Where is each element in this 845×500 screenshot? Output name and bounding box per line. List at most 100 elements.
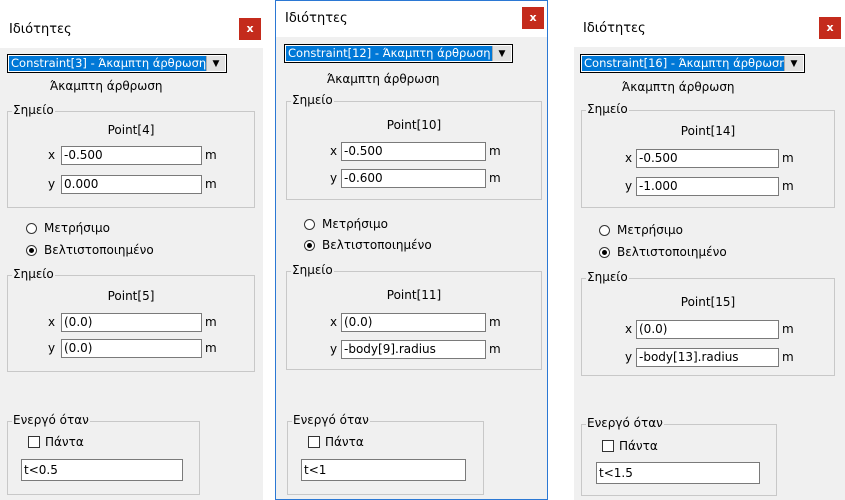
- y-unit: m: [205, 177, 217, 191]
- x-input[interactable]: (0.0): [341, 313, 486, 332]
- x-unit: m: [205, 315, 217, 329]
- x-unit: m: [782, 151, 794, 165]
- x-label: x: [330, 315, 338, 329]
- group-title: Ενεργό όταν: [12, 413, 90, 427]
- radio-optimized-label[interactable]: Βελτιστοποιημένο: [617, 245, 727, 259]
- x-label: x: [48, 315, 56, 329]
- always-checkbox[interactable]: [308, 436, 320, 448]
- properties-dialog-2: Ιδιότητες x Constraint[12] - Άκαμπτη άρθ…: [275, 0, 548, 500]
- chevron-down-icon[interactable]: ▼: [784, 56, 803, 71]
- y-unit: m: [782, 350, 794, 364]
- point-name: Point[5]: [107, 289, 155, 303]
- point-name: Point[15]: [680, 295, 736, 309]
- x-unit: m: [489, 144, 501, 158]
- constraint-select[interactable]: Constraint[12] - Άκαμπτη άρθρωση ▼: [284, 44, 513, 63]
- joint-type-label: Άκαμπτη άρθρωση: [622, 80, 735, 94]
- radio-optimized-label[interactable]: Βελτιστοποιημένο: [322, 238, 432, 252]
- radio-optimized[interactable]: [304, 240, 315, 251]
- y-label: y: [625, 179, 633, 193]
- y-input[interactable]: (0.0): [61, 339, 202, 358]
- dialog-body: Constraint[12] - Άκαμπτη άρθρωση ▼ Άκαμπ…: [276, 37, 547, 499]
- condition-input[interactable]: t<1: [301, 459, 466, 481]
- y-label: y: [48, 177, 56, 191]
- radio-measurable-label[interactable]: Μετρήσιμο: [617, 223, 683, 237]
- properties-dialog-3: Ιδιότητες x Constraint[16] - Άκαμπτη άρθ…: [574, 11, 845, 500]
- constraint-select[interactable]: Constraint[3] - Άκαμπτη άρθρωση ▼: [7, 54, 227, 73]
- title-bar[interactable]: Ιδιότητες x: [276, 1, 547, 37]
- group-title: Ενεργό όταν: [292, 413, 370, 427]
- dialog-body: Constraint[3] - Άκαμπτη άρθρωση ▼ Άκαμπτ…: [0, 48, 263, 500]
- active-when-group: Ενεργό όταν Πάντα t<1.5: [581, 416, 777, 496]
- x-label: x: [330, 144, 338, 158]
- constraint-select-value: Constraint[16] - Άκαμπτη άρθρωση: [582, 56, 784, 71]
- x-input[interactable]: (0.0): [636, 320, 779, 339]
- active-when-group: Ενεργό όταν Πάντα t<1: [287, 413, 484, 495]
- x-input[interactable]: -0.500: [341, 142, 486, 161]
- x-label: x: [625, 322, 633, 336]
- y-unit: m: [489, 171, 501, 185]
- y-unit: m: [489, 342, 501, 356]
- condition-input[interactable]: t<0.5: [21, 459, 183, 481]
- chevron-down-icon[interactable]: ▼: [206, 56, 225, 71]
- x-input[interactable]: (0.0): [61, 313, 202, 332]
- y-unit: m: [782, 179, 794, 193]
- title-bar[interactable]: Ιδιότητες x: [0, 12, 263, 48]
- condition-input[interactable]: t<1.5: [596, 462, 760, 484]
- close-button[interactable]: x: [522, 7, 544, 29]
- close-button[interactable]: x: [819, 17, 841, 39]
- properties-dialog-1: Ιδιότητες x Constraint[3] - Άκαμπτη άρθρ…: [0, 12, 263, 500]
- constraint-select[interactable]: Constraint[16] - Άκαμπτη άρθρωση ▼: [580, 54, 805, 73]
- group-title: Σημείο: [12, 267, 55, 281]
- constraint-select-value: Constraint[12] - Άκαμπτη άρθρωση: [286, 46, 492, 61]
- point-name: Point[10]: [386, 118, 442, 132]
- close-button[interactable]: x: [239, 18, 261, 40]
- point-group-2: Σημείο Point[15] x (0.0) m y -body[13].r…: [581, 270, 835, 376]
- always-label[interactable]: Πάντα: [325, 435, 364, 449]
- joint-type-label: Άκαμπτη άρθρωση: [327, 72, 440, 86]
- point-group-2: Σημείο Point[5] x (0.0) m y (0.0) m: [7, 267, 255, 372]
- title-bar[interactable]: Ιδιότητες x: [574, 11, 845, 47]
- x-input[interactable]: -0.500: [61, 146, 202, 165]
- window-title: Ιδιότητες: [9, 22, 72, 37]
- radio-measurable[interactable]: [304, 219, 315, 230]
- y-input[interactable]: -body[9].radius: [341, 340, 486, 359]
- group-title: Σημείο: [12, 103, 55, 117]
- group-title: Σημείο: [586, 102, 629, 116]
- always-label[interactable]: Πάντα: [45, 435, 84, 449]
- x-label: x: [48, 148, 56, 162]
- y-input[interactable]: -body[13].radius: [636, 348, 779, 367]
- y-label: y: [625, 350, 633, 364]
- radio-measurable[interactable]: [26, 223, 37, 234]
- group-title: Ενεργό όταν: [586, 416, 664, 430]
- radio-optimized[interactable]: [26, 245, 37, 256]
- dialog-body: Constraint[16] - Άκαμπτη άρθρωση ▼ Άκαμπ…: [574, 47, 845, 500]
- joint-type-label: Άκαμπτη άρθρωση: [50, 79, 163, 93]
- y-input[interactable]: 0.000: [61, 175, 202, 194]
- window-title: Ιδιότητες: [285, 11, 348, 26]
- group-title: Σημείο: [291, 263, 334, 277]
- x-unit: m: [205, 148, 217, 162]
- point-group-1: Σημείο Point[4] x -0.500 m y 0.000 m: [7, 103, 255, 208]
- point-group-2: Σημείο Point[11] x (0.0) m y -body[9].ra…: [286, 263, 542, 370]
- radio-measurable-label[interactable]: Μετρήσιμο: [322, 217, 388, 231]
- radio-measurable-label[interactable]: Μετρήσιμο: [44, 221, 110, 235]
- point-name: Point[11]: [386, 288, 442, 302]
- y-input[interactable]: -0.600: [341, 169, 486, 188]
- x-label: x: [625, 151, 633, 165]
- radio-optimized[interactable]: [599, 247, 610, 258]
- y-input[interactable]: -1.000: [636, 177, 779, 196]
- radio-optimized-label[interactable]: Βελτιστοποιημένο: [44, 243, 154, 257]
- group-title: Σημείο: [586, 270, 629, 284]
- constraint-select-value: Constraint[3] - Άκαμπτη άρθρωση: [9, 56, 206, 71]
- chevron-down-icon[interactable]: ▼: [492, 46, 511, 61]
- x-input[interactable]: -0.500: [636, 149, 779, 168]
- x-unit: m: [489, 315, 501, 329]
- y-unit: m: [205, 341, 217, 355]
- always-label[interactable]: Πάντα: [619, 439, 658, 453]
- always-checkbox[interactable]: [602, 440, 614, 452]
- point-name: Point[4]: [107, 123, 155, 137]
- point-group-1: Σημείο Point[14] x -0.500 m y -1.000 m: [581, 102, 835, 208]
- always-checkbox[interactable]: [28, 436, 40, 448]
- radio-measurable[interactable]: [599, 225, 610, 236]
- window-title: Ιδιότητες: [583, 21, 646, 36]
